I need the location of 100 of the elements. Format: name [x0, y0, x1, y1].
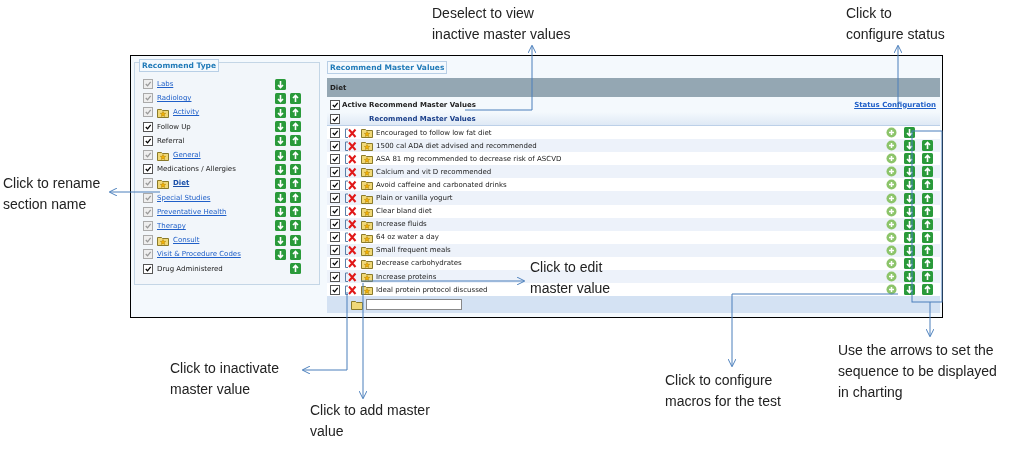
up-arrow-icon[interactable] — [922, 153, 933, 165]
down-arrow-icon[interactable] — [904, 140, 915, 152]
checkbox[interactable] — [330, 245, 340, 256]
delete-icon[interactable] — [345, 179, 357, 190]
checkbox[interactable] — [330, 153, 340, 164]
down-arrow-icon[interactable] — [904, 271, 915, 283]
up-arrow-icon[interactable] — [922, 258, 933, 269]
delete-icon[interactable] — [345, 245, 357, 256]
down-arrow-icon[interactable] — [904, 153, 915, 165]
delete-icon[interactable] — [345, 127, 357, 138]
checkbox[interactable] — [143, 121, 153, 132]
down-arrow-icon[interactable] — [904, 244, 915, 256]
checkbox[interactable] — [330, 284, 340, 295]
delete-icon[interactable] — [345, 153, 357, 164]
up-arrow-icon[interactable] — [922, 179, 933, 191]
folder-icon[interactable] — [361, 179, 373, 191]
checkbox[interactable] — [330, 113, 340, 124]
up-arrow-icon[interactable] — [290, 135, 301, 147]
down-arrow-icon[interactable] — [904, 166, 915, 178]
delete-icon[interactable] — [345, 284, 357, 295]
plus-icon[interactable] — [886, 271, 897, 283]
plus-icon[interactable] — [886, 179, 897, 191]
callout-text: Click to edit master value — [530, 258, 611, 298]
callout-text: Use the arrows to set the sequence to be displayed in charting — [838, 341, 997, 402]
up-arrow-icon[interactable] — [290, 121, 301, 133]
up-arrow-icon[interactable] — [922, 140, 933, 152]
checkbox[interactable] — [330, 127, 340, 138]
delete-icon[interactable] — [345, 258, 357, 269]
callout-text: Click to add master value — [310, 401, 430, 441]
delete-icon[interactable] — [345, 193, 357, 203]
new-value-field[interactable] — [366, 299, 462, 311]
folder-icon[interactable] — [361, 153, 373, 165]
plus-icon[interactable] — [886, 166, 897, 178]
callout-text: Deselect to view inactive master values — [432, 4, 571, 44]
down-arrow-icon[interactable] — [904, 231, 915, 243]
up-arrow-icon[interactable] — [922, 284, 933, 296]
checkbox[interactable] — [330, 193, 340, 203]
folder-icon[interactable] — [361, 284, 373, 296]
checkbox[interactable] — [330, 258, 340, 269]
checkbox[interactable] — [143, 263, 153, 274]
down-arrow-icon[interactable] — [904, 284, 915, 296]
up-arrow-icon[interactable] — [290, 163, 301, 175]
plus-icon[interactable] — [886, 231, 897, 243]
checkbox[interactable] — [330, 179, 340, 190]
plus-icon[interactable] — [886, 258, 897, 269]
folder-icon[interactable] — [361, 127, 373, 139]
delete-icon[interactable] — [345, 232, 357, 243]
delete-icon[interactable] — [345, 206, 357, 217]
plus-icon[interactable] — [886, 244, 897, 256]
plus-icon[interactable] — [886, 153, 897, 165]
down-arrow-icon[interactable] — [904, 127, 915, 139]
down-arrow-icon[interactable] — [904, 205, 915, 217]
folder-icon[interactable] — [361, 258, 373, 269]
up-arrow-icon[interactable] — [922, 244, 933, 256]
delete-icon[interactable] — [345, 166, 357, 177]
checkbox[interactable] — [330, 232, 340, 243]
plus-icon[interactable] — [886, 218, 897, 230]
plus-icon[interactable] — [886, 192, 897, 204]
callout-text: Click to configure status — [846, 4, 945, 44]
folder-icon[interactable] — [361, 205, 373, 217]
down-arrow-icon[interactable] — [275, 135, 286, 147]
down-arrow-icon[interactable] — [904, 218, 915, 230]
checkbox[interactable] — [330, 166, 340, 177]
delete-icon[interactable] — [345, 271, 357, 282]
plus-icon[interactable] — [886, 284, 897, 296]
down-arrow-icon[interactable] — [904, 258, 915, 269]
callout-text: Click to rename section name — [3, 174, 101, 214]
checkbox[interactable] — [143, 135, 153, 146]
checkbox[interactable] — [330, 140, 340, 151]
up-arrow-icon[interactable] — [922, 218, 933, 230]
callout-text: Click to configure macros for the test — [665, 371, 781, 411]
folder-icon[interactable] — [361, 218, 373, 230]
plus-icon[interactable] — [886, 140, 897, 152]
plus-icon[interactable] — [886, 205, 897, 217]
plus-icon[interactable] — [886, 127, 897, 139]
folder-icon[interactable] — [361, 271, 373, 283]
up-arrow-icon[interactable] — [922, 271, 933, 283]
folder-icon[interactable] — [361, 140, 373, 152]
checkbox[interactable] — [330, 219, 340, 230]
delete-icon[interactable] — [345, 140, 357, 151]
folder-icon[interactable] — [361, 231, 373, 243]
up-arrow-icon[interactable] — [922, 192, 933, 204]
delete-icon[interactable] — [345, 219, 357, 230]
folder-icon[interactable] — [361, 192, 373, 204]
up-arrow-icon[interactable] — [922, 205, 933, 217]
callout-text: Click to inactivate master value — [170, 359, 279, 399]
checkbox[interactable] — [330, 271, 340, 282]
checkbox[interactable] — [330, 206, 340, 217]
down-arrow-icon[interactable] — [275, 163, 286, 175]
down-arrow-icon[interactable] — [275, 121, 286, 133]
up-arrow-icon[interactable] — [922, 166, 933, 178]
checkbox[interactable] — [330, 99, 340, 110]
down-arrow-icon[interactable] — [904, 192, 915, 204]
up-arrow-icon[interactable] — [922, 231, 933, 243]
down-arrow-icon[interactable] — [904, 179, 915, 191]
checkbox[interactable] — [143, 164, 153, 175]
folder-icon[interactable] — [361, 166, 373, 178]
folder-icon[interactable] — [361, 244, 373, 256]
up-arrow-icon[interactable] — [290, 263, 301, 275]
folder-icon[interactable] — [351, 299, 363, 311]
